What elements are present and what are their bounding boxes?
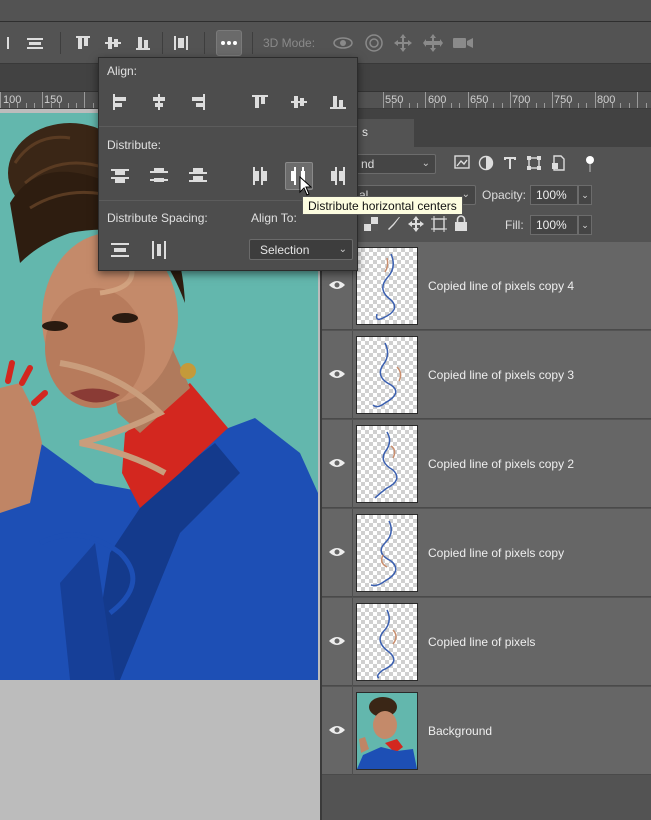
align-to-value: Selection xyxy=(260,243,310,257)
layer-thumbnail xyxy=(356,425,418,503)
align-to-label: Align To: xyxy=(251,211,297,225)
layer-thumbnail xyxy=(356,603,418,681)
align-left-edge-icon[interactable] xyxy=(0,30,16,56)
layer-thumbnail xyxy=(356,336,418,414)
layer-name[interactable]: Copied line of pixels copy xyxy=(428,546,564,560)
lock-position-icon[interactable] xyxy=(408,216,424,235)
distribute-vertical-spacing-icon[interactable] xyxy=(108,238,132,262)
lock-all-icon[interactable] xyxy=(454,215,468,234)
opacity-label: Opacity: xyxy=(482,188,527,202)
filter-type-icon[interactable] xyxy=(502,155,518,174)
distribute-vertical-centers-icon[interactable] xyxy=(147,164,171,188)
align-bottom-edges-icon[interactable] xyxy=(326,90,350,114)
distribute-horizontal-spacing-icon[interactable] xyxy=(147,238,171,262)
3d-orbit-icon[interactable] xyxy=(330,30,356,56)
filter-adjustment-icon[interactable] xyxy=(478,155,494,174)
fill-label: Fill: xyxy=(505,218,524,232)
3d-pan-icon[interactable] xyxy=(390,30,416,56)
distribute-bottom-edges-icon[interactable] xyxy=(186,164,210,188)
chevron-down-icon: ⌄ xyxy=(461,189,470,200)
visibility-eye-icon[interactable] xyxy=(328,278,346,292)
filter-toggle-icon[interactable] xyxy=(585,155,595,176)
menu-strip xyxy=(0,0,651,22)
align-top-edges-icon[interactable] xyxy=(248,90,272,114)
visibility-eye-icon[interactable] xyxy=(328,723,346,737)
visibility-eye-icon[interactable] xyxy=(328,367,346,381)
align-vertical-centers-icon[interactable] xyxy=(100,30,126,56)
fill-dropdown[interactable]: ⌄ xyxy=(578,215,592,235)
photoshop-window: 3D Mode: 100 150 550 600 650 700 750 800 xyxy=(0,0,651,820)
layer-name[interactable]: Background xyxy=(428,724,492,738)
lock-artboard-icon[interactable] xyxy=(431,216,447,235)
filter-pixel-icon[interactable] xyxy=(454,155,470,172)
3d-mode-label: 3D Mode: xyxy=(263,36,316,50)
distribute-right-edges-icon[interactable] xyxy=(326,164,350,188)
ruler-label: 600 xyxy=(428,94,447,106)
visibility-eye-icon[interactable] xyxy=(328,545,346,559)
distribute-vertical-icon[interactable] xyxy=(22,30,48,56)
3d-camera-icon[interactable] xyxy=(450,30,476,56)
filter-smart-object-icon[interactable] xyxy=(550,155,566,174)
layer-name[interactable]: Copied line of pixels copy 4 xyxy=(428,279,574,293)
align-horizontal-centers-icon[interactable] xyxy=(147,90,171,114)
layer-row[interactable]: Copied line of pixels copy 4 xyxy=(322,242,651,330)
opacity-input[interactable]: 100% xyxy=(530,185,578,205)
layer-row[interactable]: Background xyxy=(322,687,651,775)
3d-roll-icon[interactable] xyxy=(361,30,387,56)
chevron-down-icon: ⌄ xyxy=(421,158,430,169)
filter-shape-icon[interactable] xyxy=(526,155,542,174)
align-bottom-edges-icon[interactable] xyxy=(130,30,156,56)
align-vertical-centers-icon[interactable] xyxy=(287,90,311,114)
visibility-eye-icon[interactable] xyxy=(328,456,346,470)
visibility-eye-icon[interactable] xyxy=(328,634,346,648)
align-right-edges-icon[interactable] xyxy=(186,90,210,114)
align-section-label: Align: xyxy=(107,64,138,78)
lock-image-pixels-icon[interactable] xyxy=(386,216,402,235)
opacity-dropdown[interactable]: ⌄ xyxy=(578,185,592,205)
layer-thumbnail xyxy=(356,514,418,592)
align-to-select[interactable]: Selection ⌄ xyxy=(249,239,353,260)
layer-row[interactable]: Copied line of pixels xyxy=(322,598,651,686)
ellipsis-icon xyxy=(221,41,237,45)
chevron-down-icon: ⌄ xyxy=(338,244,347,255)
layer-row[interactable]: Copied line of pixels copy 2 xyxy=(322,420,651,508)
tab-layers-label: s xyxy=(362,125,368,139)
layer-name[interactable]: Copied line of pixels copy 2 xyxy=(428,457,574,471)
distribute-top-edges-icon[interactable] xyxy=(108,164,132,188)
background-thumbnail xyxy=(356,692,418,770)
filter-kind-select[interactable]: nd ⌄ xyxy=(350,154,436,174)
fill-input[interactable]: 100% xyxy=(530,215,578,235)
layers-panel: s nd ⌄ al ⌄ Opacity: 100% ⌄ Fill: 100% ⌄… xyxy=(320,109,651,820)
layer-row[interactable]: Copied line of pixels copy xyxy=(322,509,651,597)
layer-name[interactable]: Copied line of pixels copy 3 xyxy=(428,368,574,382)
distribute-left-edges-icon[interactable] xyxy=(248,164,272,188)
align-left-edges-icon[interactable] xyxy=(108,90,132,114)
align-top-edges-icon[interactable] xyxy=(70,30,96,56)
tooltip: Distribute horizontal centers xyxy=(302,196,463,215)
align-distribute-popup: Align: Distribute: Distribute Spacing: A… xyxy=(98,57,358,271)
3d-slide-icon[interactable] xyxy=(420,30,446,56)
layer-thumbnail xyxy=(356,247,418,325)
layer-row[interactable]: Copied line of pixels copy 3 xyxy=(322,331,651,419)
filter-kind-value: nd xyxy=(361,157,375,171)
distribute-spacing-label: Distribute Spacing: xyxy=(107,211,208,225)
panel-tab-bar: s xyxy=(322,109,651,147)
more-options-button[interactable] xyxy=(216,30,242,56)
ruler-label: 100 xyxy=(3,94,22,106)
lock-transparent-icon[interactable] xyxy=(364,217,378,234)
distribute-section-label: Distribute: xyxy=(107,138,162,152)
distribute-horizontal-icon[interactable] xyxy=(168,30,194,56)
layer-name[interactable]: Copied line of pixels xyxy=(428,635,535,649)
